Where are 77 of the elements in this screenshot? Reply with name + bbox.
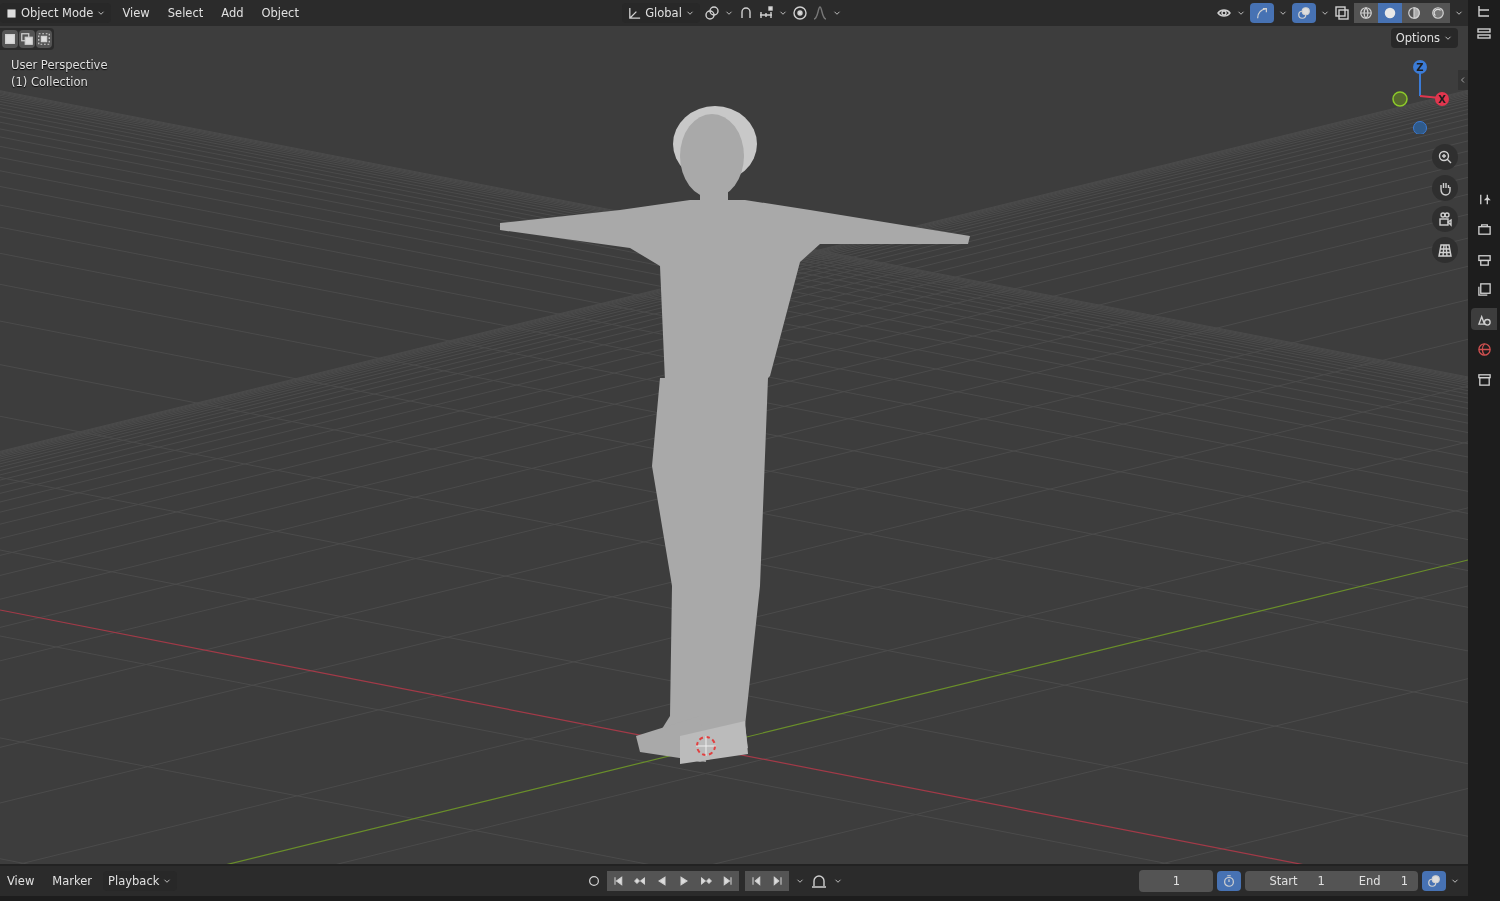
mode-dropdown[interactable]: Object Mode <box>0 3 112 23</box>
start-frame-value[interactable]: 1 <box>1307 874 1335 888</box>
playback-dropdown[interactable]: Playback <box>103 871 178 891</box>
options-dropdown[interactable]: Options <box>1390 28 1458 48</box>
sync-circles-icon <box>1427 874 1441 888</box>
overlays-toggle[interactable] <box>1292 3 1316 23</box>
box-icon <box>1476 371 1492 387</box>
pivot-link-icon[interactable] <box>703 5 720 21</box>
step-forward-icon <box>772 875 785 887</box>
navigation-gizmo[interactable]: Z X <box>1390 58 1450 134</box>
dotted-square-icon <box>37 32 51 46</box>
chevron-left-icon <box>1459 75 1467 85</box>
view-perspective-label: User Perspective <box>11 58 108 72</box>
sync-button[interactable] <box>1422 871 1446 891</box>
transport-button[interactable] <box>607 871 630 891</box>
snap-arc-icon[interactable] <box>811 873 828 889</box>
shading-mode-button[interactable] <box>1378 3 1402 23</box>
orientation-dropdown[interactable]: Global <box>622 3 700 23</box>
hand-icon <box>1437 180 1453 196</box>
image-stack-icon <box>1476 281 1492 297</box>
jump-end-icon <box>722 875 735 887</box>
overlapping-circles-icon <box>1297 6 1311 20</box>
start-label: Start <box>1268 874 1299 888</box>
3d-cursor-icon <box>695 735 717 757</box>
ortho-toggle-button[interactable] <box>1432 237 1458 263</box>
subtract-selection-button[interactable] <box>36 30 52 48</box>
previous-keyframe-icon <box>634 875 647 887</box>
properties-tab[interactable] <box>1471 308 1497 330</box>
menu-item[interactable]: Marker <box>45 872 100 890</box>
axes-icon <box>627 5 643 21</box>
camera-back-icon <box>1476 221 1492 237</box>
xray-icon[interactable] <box>1334 5 1350 21</box>
proportional-circle-icon[interactable] <box>791 5 808 21</box>
end-frame-value[interactable]: 1 <box>1390 874 1418 888</box>
menu-item[interactable]: Select <box>160 4 211 22</box>
record-icon[interactable] <box>587 874 602 888</box>
play-reverse-icon <box>656 875 669 887</box>
snap-increment-icon[interactable] <box>757 5 774 21</box>
preview-range-toggle[interactable] <box>1217 871 1242 891</box>
camera-view-button[interactable] <box>1432 206 1458 232</box>
sidebar-toggle[interactable] <box>1458 70 1468 90</box>
menu-item[interactable]: View <box>0 872 42 890</box>
wireframe-sphere-icon <box>1359 6 1373 20</box>
collection-label: (1) Collection <box>11 75 89 89</box>
gizmo-toggle[interactable] <box>1250 3 1274 23</box>
grid-icon <box>1437 242 1453 258</box>
next-keyframe-icon <box>700 875 713 887</box>
stopwatch-icon <box>1222 874 1237 888</box>
globe-icon <box>1476 341 1492 357</box>
previous-frame-button[interactable] <box>745 871 768 891</box>
new-selection-button[interactable] <box>2 30 18 48</box>
shading-mode-button[interactable] <box>1426 3 1450 23</box>
shading-mode-button[interactable] <box>1354 3 1378 23</box>
menu-item[interactable]: Object <box>254 4 306 22</box>
cube-select-icon <box>5 6 18 20</box>
solid-sphere-icon <box>1383 6 1397 20</box>
half-shaded-sphere-icon <box>1407 6 1421 20</box>
current-frame-field[interactable]: 1 <box>1139 870 1214 892</box>
menu-item[interactable]: Add <box>214 4 251 22</box>
extend-selection-button[interactable] <box>19 30 35 48</box>
zoom-in-icon <box>1437 149 1453 165</box>
pan-button[interactable] <box>1432 175 1458 201</box>
jump-start-icon <box>612 875 625 887</box>
zoom-button[interactable] <box>1432 144 1458 170</box>
end-label: End <box>1357 874 1382 888</box>
camera-icon <box>1437 211 1453 227</box>
filter-icon[interactable] <box>1476 26 1492 42</box>
overlapping-squares-icon <box>20 32 34 46</box>
outliner-icon[interactable] <box>1476 4 1492 20</box>
menu-item[interactable]: View <box>115 4 157 22</box>
arrow-arc-icon <box>1255 6 1269 20</box>
step-back-icon <box>750 875 763 887</box>
shading-mode-button[interactable] <box>1402 3 1426 23</box>
square-icon <box>3 32 17 46</box>
shaded-sphere-icon <box>1431 6 1445 20</box>
transport-button[interactable] <box>717 871 740 891</box>
next-frame-button[interactable] <box>767 871 790 891</box>
